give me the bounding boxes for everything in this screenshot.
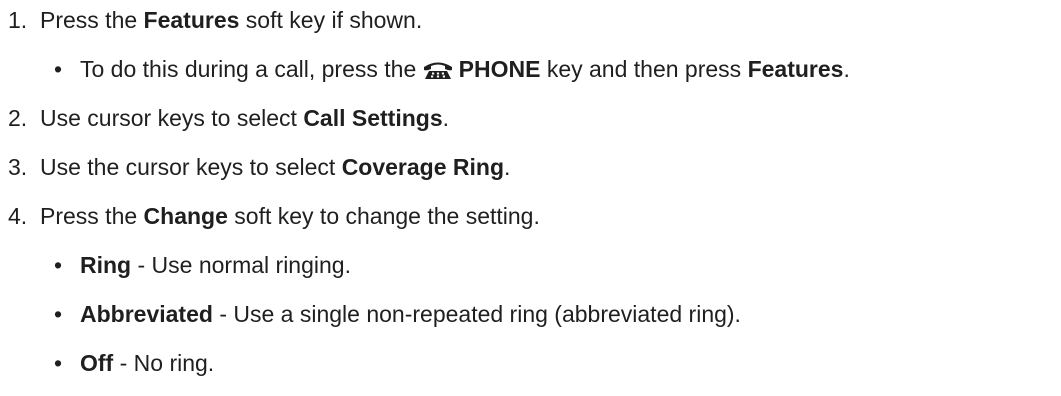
step-1-sub-bullet: • To do this during a call, press the PHO…	[54, 55, 850, 86]
step-text: Use the cursor keys to select	[40, 154, 342, 180]
bullet-marker: •	[54, 56, 63, 82]
bullet-marker: •	[54, 301, 63, 327]
step-2: 2. Use cursor keys to select Call Setting…	[8, 104, 449, 132]
option-name: Ring	[80, 252, 132, 278]
phone-key-label: PHONE	[458, 56, 541, 82]
step-number: 3.	[8, 154, 28, 180]
step-number: 2.	[8, 105, 28, 131]
step-text: Press the	[40, 203, 144, 229]
step-4: 4. Press the Change soft key to change th…	[8, 202, 540, 230]
option-name: Abbreviated	[80, 301, 213, 327]
step-text: .	[504, 154, 511, 180]
sub-text: key and then press	[540, 56, 748, 82]
step-text: soft key to change the setting.	[227, 203, 540, 229]
sub-text: To do this during a call, press the	[80, 56, 423, 82]
step-keyword: Call Settings	[303, 105, 443, 131]
step-number: 4.	[8, 203, 28, 229]
step-text: .	[442, 105, 450, 131]
step-keyword: Change	[143, 203, 228, 229]
features-key-label: Features	[747, 56, 844, 82]
step-text: soft key if shown.	[239, 7, 423, 33]
step-3: 3. Use the cursor keys to select Coverage…	[8, 153, 510, 181]
step-text: Use cursor keys to select	[40, 105, 304, 131]
step-keyword: Coverage Ring	[341, 154, 505, 180]
step-keyword: Features	[143, 7, 240, 33]
option-description: - No ring.	[113, 350, 215, 376]
bullet-marker: •	[54, 350, 63, 376]
bullet-marker: •	[54, 252, 63, 278]
option-off: • Off - No ring.	[54, 349, 214, 377]
option-description: - Use a single non-repeated ring (abbrev…	[212, 301, 741, 327]
option-abbreviated: • Abbreviated - Use a single non-repeated…	[54, 300, 741, 328]
step-text: Press the	[40, 7, 144, 33]
option-description: - Use normal ringing.	[131, 252, 351, 278]
sub-text: .	[843, 56, 850, 82]
step-number: 1.	[8, 7, 28, 33]
step-1: 1. Press the Features soft key if shown.	[8, 6, 422, 34]
option-name: Off	[80, 350, 114, 376]
phone-icon	[423, 58, 453, 86]
option-ring: • Ring - Use normal ringing.	[54, 251, 351, 279]
